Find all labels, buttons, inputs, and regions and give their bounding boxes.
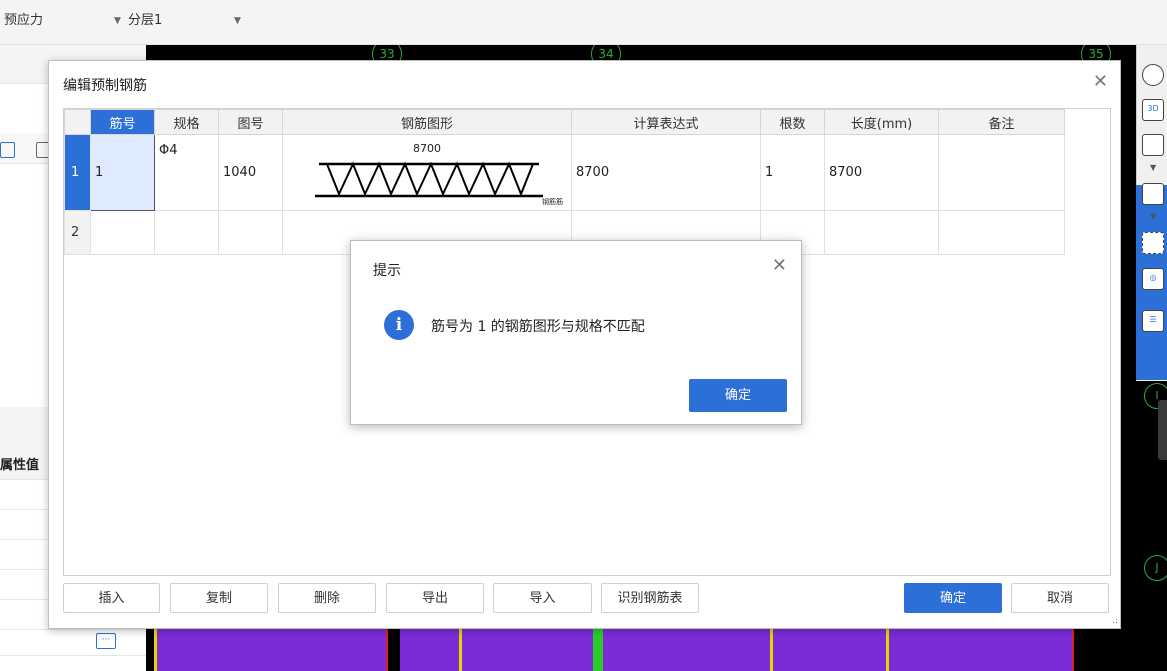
- cube-view-icon[interactable]: ◎: [1142, 268, 1164, 290]
- note-cell[interactable]: [938, 134, 1065, 211]
- row-number[interactable]: 1: [64, 134, 91, 211]
- column-header[interactable]: 计算表达式: [571, 109, 761, 135]
- close-icon[interactable]: ✕: [1093, 71, 1108, 92]
- column-header[interactable]: 筋号: [90, 109, 155, 135]
- layer-select-value: 分层1: [128, 13, 163, 28]
- copy-button[interactable]: 复制: [170, 583, 268, 613]
- spec-cell[interactable]: Φ4: [154, 134, 219, 211]
- truss-rebar-shape: [315, 160, 543, 197]
- chevron-down-icon[interactable]: ▼: [1150, 163, 1156, 172]
- spec-cell[interactable]: [154, 210, 219, 255]
- top-toolbar: 预应力 ▼ 分层1 ▼: [0, 0, 1167, 45]
- figure-no-cell[interactable]: 1040: [218, 134, 283, 211]
- slab-region: [154, 628, 386, 671]
- beam-line: [770, 628, 773, 671]
- property-value-header: 属性值: [0, 458, 40, 473]
- column-header[interactable]: 长度(mm): [824, 109, 939, 135]
- type-select-value: 预应力: [4, 13, 44, 28]
- cancel-button[interactable]: 取消: [1011, 583, 1109, 613]
- 3d-view-icon[interactable]: 3D: [1142, 99, 1164, 121]
- type-select[interactable]: 预应力 ▼: [4, 8, 122, 34]
- beam-line: [886, 628, 889, 671]
- length-cell[interactable]: 8700: [824, 134, 939, 211]
- chevron-down-icon: ▼: [114, 16, 121, 26]
- length-cell[interactable]: [824, 210, 939, 255]
- beam-line: [459, 628, 462, 671]
- delete-button[interactable]: 删除: [278, 583, 376, 613]
- beam-line: [1072, 628, 1074, 671]
- beam-line: [593, 628, 603, 671]
- info-icon: i: [384, 310, 414, 340]
- column-header[interactable]: 备注: [938, 109, 1065, 135]
- figure-tag: 钢筋筋: [542, 197, 563, 206]
- panel-tool-icon[interactable]: [0, 142, 15, 158]
- more-icon[interactable]: ···: [96, 633, 116, 649]
- ok-button[interactable]: 确定: [904, 583, 1002, 613]
- resize-grip-icon[interactable]: .:: [1112, 616, 1118, 626]
- grid-axis-label: J: [1144, 555, 1167, 581]
- expression-cell[interactable]: 8700: [571, 134, 761, 211]
- chevron-down-icon: ▼: [234, 16, 241, 26]
- insert-button[interactable]: 插入: [63, 583, 160, 613]
- column-header[interactable]: 规格: [154, 109, 219, 135]
- rebar-figure-cell[interactable]: 8700 钢筋筋: [282, 134, 572, 211]
- close-icon[interactable]: ✕: [772, 255, 787, 276]
- prompt-message: 筋号为 1 的钢筋图形与规格不匹配: [431, 319, 645, 335]
- table-header-row: 筋号 规格 图号 钢筋图形 计算表达式 根数 长度(mm) 备注: [64, 109, 1065, 135]
- dialog-title: 编辑预制钢筋: [63, 78, 147, 94]
- rebar-figure: 8700 钢筋筋: [283, 136, 571, 210]
- rebar-grid: 筋号 规格 图号 钢筋图形 计算表达式 根数 长度(mm) 备注 1 1 Φ4 …: [64, 109, 1065, 255]
- column-header[interactable]: 图号: [218, 109, 283, 135]
- side-collapse-handle[interactable]: [1158, 400, 1167, 460]
- box-icon[interactable]: [1142, 134, 1164, 156]
- corner-cell[interactable]: [64, 109, 91, 135]
- count-cell[interactable]: 1: [760, 134, 825, 211]
- import-button[interactable]: 导入: [493, 583, 592, 613]
- column-header[interactable]: 根数: [760, 109, 825, 135]
- row-number[interactable]: 2: [64, 210, 91, 255]
- note-cell[interactable]: [938, 210, 1065, 255]
- figure-dimension: 8700: [413, 141, 441, 155]
- chevron-down-icon[interactable]: ▼: [1150, 212, 1156, 221]
- beam-line: [386, 628, 388, 671]
- table-row[interactable]: 1 1 Φ4 1040 8700 钢筋筋 8700 1 8700: [64, 134, 1065, 211]
- column-header[interactable]: 钢筋图形: [282, 109, 572, 135]
- prompt-title: 提示: [373, 263, 401, 279]
- bar-no-cell[interactable]: [90, 210, 155, 255]
- slab-region: [400, 628, 1072, 671]
- recognize-rebar-table-button[interactable]: 识别钢筋表: [601, 583, 699, 613]
- box-icon[interactable]: [1142, 183, 1164, 205]
- ellipse-icon[interactable]: [1142, 64, 1164, 86]
- beam-line: [154, 628, 157, 671]
- prompt-ok-button[interactable]: 确定: [689, 379, 787, 412]
- list-view-icon[interactable]: ☰: [1142, 310, 1164, 332]
- property-row[interactable]: ···: [0, 629, 146, 656]
- layer-select[interactable]: 分层1 ▼: [128, 8, 248, 34]
- bar-no-cell[interactable]: 1: [90, 134, 155, 211]
- figure-no-cell[interactable]: [218, 210, 283, 255]
- prompt-dialog: 提示 ✕ i 筋号为 1 的钢筋图形与规格不匹配 确定: [350, 240, 802, 425]
- export-button[interactable]: 导出: [386, 583, 484, 613]
- select-region-icon[interactable]: [1142, 232, 1164, 254]
